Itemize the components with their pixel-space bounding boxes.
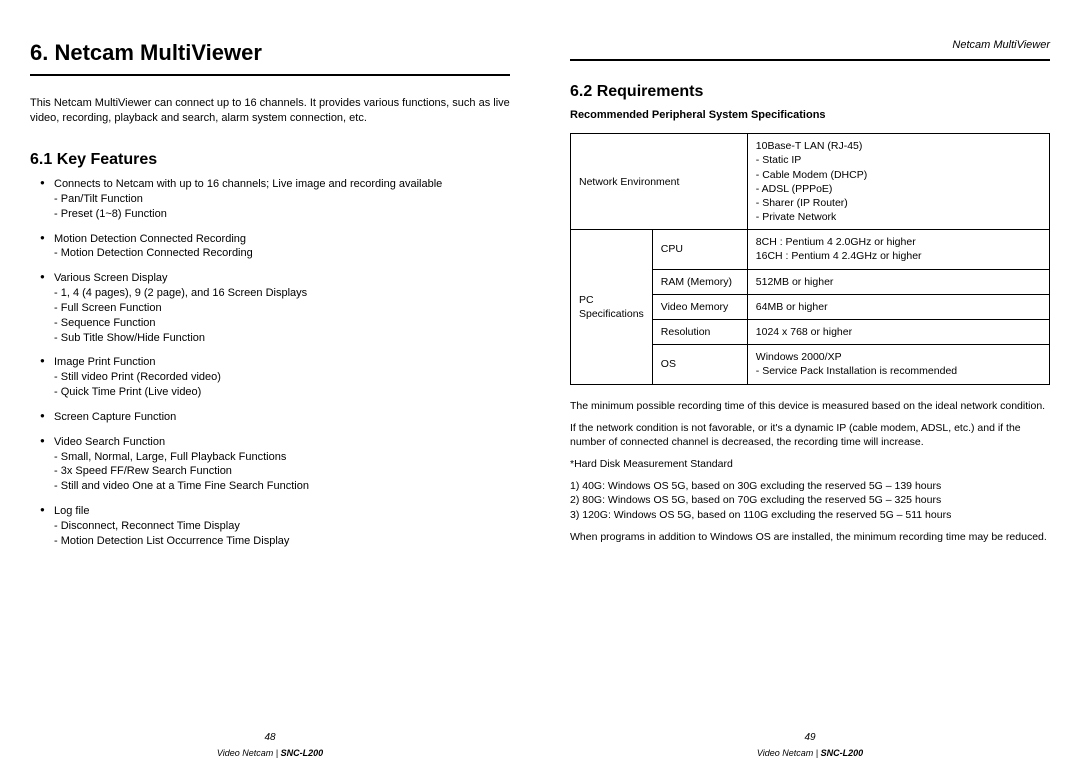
net-env-label: Network Environment: [571, 134, 748, 230]
footer-model: Video Netcam | SNC-L200: [217, 748, 323, 758]
net-item: - Sharer (IP Router): [756, 196, 1041, 210]
feature-subitem: 1, 4 (4 pages), 9 (2 page), and 16 Scree…: [54, 286, 510, 301]
spec-value: Windows 2000/XP - Service Pack Installat…: [747, 345, 1049, 384]
net-env-value: 10Base-T LAN (RJ-45)- Static IP- Cable M…: [747, 134, 1049, 230]
intro-text: This Netcam MultiViewer can connect up t…: [30, 96, 510, 126]
spec-value: 1024 x 768 or higher: [747, 320, 1049, 345]
spec-subhead: Recommended Peripheral System Specificat…: [570, 108, 1050, 123]
feature-subitems: 1, 4 (4 pages), 9 (2 page), and 16 Scree…: [54, 286, 510, 345]
pc-spec-label: PC Specifications: [571, 230, 653, 384]
chapter-title: 6. Netcam MultiViewer: [30, 38, 510, 76]
net-item: - ADSL (PPPoE): [756, 182, 1041, 196]
spec-key: Video Memory: [652, 294, 747, 319]
note-text: The minimum possible recording time of t…: [570, 399, 1050, 413]
feature-subitem: Still and video One at a Time Fine Searc…: [54, 479, 510, 494]
feature-title: Screen Capture Function: [54, 410, 510, 425]
page-footer: 49 Video Netcam | SNC-L200: [540, 731, 1080, 760]
feature-item: Log fileDisconnect, Reconnect Time Displ…: [54, 504, 510, 549]
feature-subitems: Pan/Tilt FunctionPreset (1~8) Function: [54, 192, 510, 222]
page-number: 48: [0, 731, 540, 745]
hd-list: 1) 40G: Windows OS 5G, based on 30G excl…: [570, 479, 1050, 522]
feature-subitems: Small, Normal, Large, Full Playback Func…: [54, 450, 510, 495]
feature-item: Video Search FunctionSmall, Normal, Larg…: [54, 435, 510, 494]
feature-subitems: Still video Print (Recorded video)Quick …: [54, 370, 510, 400]
section-6-1-title: 6.1 Key Features: [30, 149, 510, 171]
notes-block: The minimum possible recording time of t…: [570, 399, 1050, 544]
table-row: PC SpecificationsCPU8CH : Pentium 4 2.0G…: [571, 230, 1050, 269]
spec-key: CPU: [652, 230, 747, 269]
page-48: 6. Netcam MultiViewer This Netcam MultiV…: [0, 0, 540, 780]
note-text: When programs in addition to Windows OS …: [570, 530, 1050, 544]
table-row: Network Environment 10Base-T LAN (RJ-45)…: [571, 134, 1050, 230]
spec-table: Network Environment 10Base-T LAN (RJ-45)…: [570, 133, 1050, 384]
feature-subitem: Sequence Function: [54, 316, 510, 331]
feature-subitems: Disconnect, Reconnect Time DisplayMotion…: [54, 519, 510, 549]
feature-subitem: Still video Print (Recorded video): [54, 370, 510, 385]
feature-title: Motion Detection Connected Recording: [54, 232, 510, 247]
feature-subitem: Small, Normal, Large, Full Playback Func…: [54, 450, 510, 465]
feature-subitems: Motion Detection Connected Recording: [54, 246, 510, 261]
feature-subitem: 3x Speed FF/Rew Search Function: [54, 464, 510, 479]
feature-title: Connects to Netcam with up to 16 channel…: [54, 177, 510, 192]
feature-subitem: Motion Detection Connected Recording: [54, 246, 510, 261]
hd-item: 3) 120G: Windows OS 5G, based on 110G ex…: [570, 508, 1050, 522]
page-49: Netcam MultiViewer 6.2 Requirements Reco…: [540, 0, 1080, 780]
page-footer: 48 Video Netcam | SNC-L200: [0, 731, 540, 760]
hd-item: 1) 40G: Windows OS 5G, based on 30G excl…: [570, 479, 1050, 493]
feature-title: Various Screen Display: [54, 271, 510, 286]
feature-item: Various Screen Display1, 4 (4 pages), 9 …: [54, 271, 510, 345]
feature-subitem: Pan/Tilt Function: [54, 192, 510, 207]
feature-subitem: Preset (1~8) Function: [54, 207, 510, 222]
spec-value: 512MB or higher: [747, 269, 1049, 294]
net-item: 10Base-T LAN (RJ-45): [756, 139, 1041, 153]
footer-model: Video Netcam | SNC-L200: [757, 748, 863, 758]
feature-subitem: Disconnect, Reconnect Time Display: [54, 519, 510, 534]
net-item: - Static IP: [756, 153, 1041, 167]
feature-item: Connects to Netcam with up to 16 channel…: [54, 177, 510, 222]
spec-key: Resolution: [652, 320, 747, 345]
running-head: Netcam MultiViewer: [570, 38, 1050, 61]
page-number: 49: [540, 731, 1080, 745]
net-item: - Cable Modem (DHCP): [756, 168, 1041, 182]
feature-item: Screen Capture Function: [54, 410, 510, 425]
feature-title: Video Search Function: [54, 435, 510, 450]
feature-subitem: Sub Title Show/Hide Function: [54, 331, 510, 346]
spec-value: 8CH : Pentium 4 2.0GHz or higher 16CH : …: [747, 230, 1049, 269]
feature-subitem: Full Screen Function: [54, 301, 510, 316]
hd-standard-head: *Hard Disk Measurement Standard: [570, 457, 1050, 471]
feature-item: Image Print FunctionStill video Print (R…: [54, 355, 510, 400]
section-6-2-title: 6.2 Requirements: [570, 81, 1050, 103]
features-list: Connects to Netcam with up to 16 channel…: [30, 177, 510, 549]
net-item: - Private Network: [756, 210, 1041, 224]
note-text: If the network condition is not favorabl…: [570, 421, 1050, 449]
spec-key: RAM (Memory): [652, 269, 747, 294]
feature-title: Image Print Function: [54, 355, 510, 370]
spec-key: OS: [652, 345, 747, 384]
hd-item: 2) 80G: Windows OS 5G, based on 70G excl…: [570, 493, 1050, 507]
feature-subitem: Quick Time Print (Live video): [54, 385, 510, 400]
feature-subitem: Motion Detection List Occurrence Time Di…: [54, 534, 510, 549]
feature-item: Motion Detection Connected RecordingMoti…: [54, 232, 510, 262]
feature-title: Log file: [54, 504, 510, 519]
spec-value: 64MB or higher: [747, 294, 1049, 319]
